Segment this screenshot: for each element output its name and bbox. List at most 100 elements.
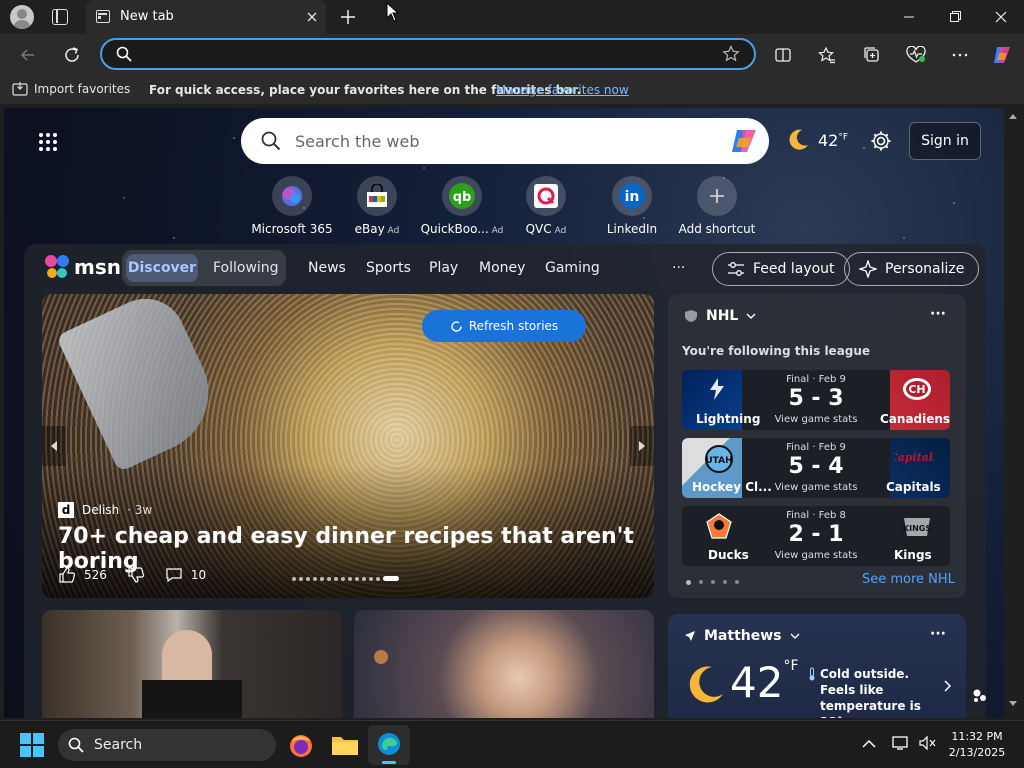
show-hidden-icons[interactable] [862,739,876,749]
clock-date: 2/13/2025 [948,746,1006,759]
weather-location[interactable]: Matthews [684,628,800,644]
msn-logo[interactable]: msn [44,254,121,280]
ebay-bag-icon [367,184,387,207]
chevron-up-icon [862,739,876,748]
story-source[interactable]: d Delish · 3w [58,502,152,518]
close-window-button[interactable] [978,0,1024,34]
address-bar[interactable] [100,38,756,70]
next-story-button[interactable] [630,426,654,466]
maximize-button[interactable] [932,0,978,34]
story-card-portrait[interactable] [354,610,654,718]
profile-avatar[interactable] [10,5,34,29]
clock[interactable]: 11:32 PM 2/13/2025 [944,729,1010,761]
volume-muted-icon[interactable] [918,735,936,751]
new-tab-button[interactable] [338,7,358,27]
copilot-icon[interactable] [986,39,1018,71]
nhl-header[interactable]: NHL [684,308,756,324]
copilot-icon[interactable] [729,127,759,155]
weather-temperature: 42°F [730,658,799,707]
weather-temp: 42 [818,130,839,150]
tab-new-tab[interactable]: New tab [86,0,326,34]
nav-money[interactable]: Money [479,260,525,276]
taskbar-search[interactable]: Search [58,729,276,761]
chat-bubble-icon[interactable] [972,688,988,704]
nav-play[interactable]: Play [429,260,458,276]
address-input[interactable] [142,45,712,65]
refresh-button[interactable] [56,39,88,71]
team-name: Hockey Cl... [692,480,772,494]
scroll-up-arrow[interactable] [1008,112,1018,120]
browser-essentials-icon[interactable] [900,39,932,71]
start-button[interactable] [20,733,44,757]
hero-story-card[interactable]: Refresh stories d Delish · 3w 70+ cheap … [42,294,654,598]
file-explorer-app[interactable] [331,733,359,757]
nav-news[interactable]: News [308,260,346,276]
shortcut-quickbooks[interactable]: qb QuickBoo... Ad [414,176,510,236]
web-search-input[interactable] [295,130,715,152]
shortcut-ebay[interactable]: eBay Ad [329,176,425,236]
nhl-scores-card: NHL ··· You're following this league CH … [668,294,966,598]
collections-icon[interactable] [856,39,888,71]
network-icon[interactable] [892,735,910,751]
game-utah-capitals[interactable]: UTAH Capitals Final · Feb 9 5 - 4 View g… [682,438,950,498]
game-lightning-canadiens[interactable]: CH Final · Feb 9 5 - 3 View game stats L… [682,370,950,430]
shortcut-microsoft-365[interactable]: Microsoft 365 [244,176,340,236]
import-favorites-link[interactable]: Import favorites [12,82,130,96]
weather-widget[interactable]: 42°F [786,128,848,152]
see-more-nhl-link[interactable]: See more NHL [862,572,955,587]
split-screen-icon[interactable] [767,39,799,71]
game-ducks-kings[interactable]: KINGS Final · Feb 8 2 - 1 View game stat… [682,506,950,566]
tab-actions-icon[interactable] [52,9,68,25]
sign-in-button[interactable]: Sign in [909,122,981,160]
team-name: Kings [894,548,932,562]
shortcut-label: Microsoft 365 [251,222,333,236]
prev-story-button[interactable] [42,426,66,466]
nhl-more-options-icon[interactable]: ··· [930,306,946,322]
story-card-news-photo[interactable] [42,610,342,718]
scroll-down-arrow[interactable] [1008,700,1018,708]
msn-butterfly-icon [45,255,69,278]
add-shortcut-button[interactable]: Add shortcut [669,176,765,236]
nav-more-icon[interactable]: ··· [672,260,685,276]
favorites-bar: Import favorites For quick access, place… [0,76,1024,104]
shortcut-linkedin[interactable]: in LinkedIn [584,176,680,236]
favorite-star-icon[interactable] [722,45,740,63]
game-status: Final · Feb 9 [786,374,846,385]
edge-app[interactable] [368,725,410,765]
comment-icon[interactable] [165,566,183,584]
weather-card[interactable]: Matthews ··· 42°F Cold outside. Feels li… [668,614,966,718]
feed-layout-button[interactable]: Feed layout [712,252,850,286]
plus-icon [710,189,724,203]
svg-text:qb: qb [453,190,472,205]
web-search-box[interactable] [241,118,769,164]
edge-icon [378,733,400,755]
tab-discover[interactable]: Discover [126,254,198,282]
more-options-icon[interactable] [944,39,976,71]
nav-sports[interactable]: Sports [366,260,411,276]
apps-grid-icon[interactable] [38,132,58,152]
tab-following[interactable]: Following [213,260,279,276]
sliders-icon [728,262,744,276]
favorites-icon[interactable] [811,39,843,71]
shortcut-qvc[interactable]: QVC Ad [498,176,594,236]
chevron-down-icon [746,313,756,319]
personalize-button[interactable]: Personalize [844,252,980,286]
sparkle-edit-icon [859,260,877,278]
thumbs-down-icon[interactable] [127,566,145,584]
tab-discover-label: Discover [127,260,197,276]
nav-gaming[interactable]: Gaming [545,260,600,276]
manage-favorites-link[interactable]: Manage favorites now [496,83,629,97]
minimize-button[interactable] [886,0,932,34]
import-favorites-label: Import favorites [34,82,131,96]
back-button[interactable] [12,39,44,71]
thumbs-up-icon[interactable] [58,566,76,584]
close-tab-icon[interactable] [304,9,320,25]
settings-gear-icon[interactable] [870,130,892,152]
nhl-title: NHL [706,308,739,324]
weather-more-options-icon[interactable]: ··· [930,626,946,642]
search-icon [261,131,281,151]
msn-feed: msn Discover Following News Sports Play … [24,244,986,718]
firefox-app[interactable] [288,733,314,759]
refresh-stories-button[interactable]: Refresh stories [422,310,586,342]
game-score: 5 - 4 [788,454,844,479]
